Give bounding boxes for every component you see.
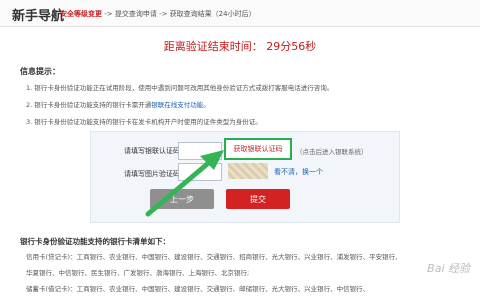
captcha-input[interactable] (178, 163, 222, 181)
info-line-2-end: 。 (203, 101, 210, 109)
step-submit-query: 提交查询申请 (114, 10, 157, 18)
step-security-change: 安全等级变更 (60, 10, 102, 18)
previous-step-button[interactable]: 上一步 (150, 189, 214, 209)
credit-card-banks-line: 信用卡(贷记卡)：工商银行、农业银行、中国银行、建设银行、交通银行、招商银行、光… (26, 253, 402, 261)
submit-button[interactable]: 提交 (226, 189, 290, 209)
get-code-hint: （点击后进入银联系统） (296, 148, 368, 156)
info-line-1: 1. 银行卡身份验证功能正在试用阶段，使用中遇到问题可改用其他身份验证方式或拨打… (26, 84, 334, 92)
step-separator: -> (102, 10, 115, 18)
info-line-2: 2. 银行卡身份验证功能支持的银行卡需开通银联在线支付功能。 (26, 99, 210, 109)
credit-card-banks-line-cont: 华夏银行、中信银行、民生银行、广发银行、渤海银行、上海银行、北京银行; (26, 269, 250, 277)
countdown-timer: 距离验证结束时间： 29分56秒 (163, 40, 317, 53)
debit-card-banks-line: 储蓄卡(借记卡)：工商银行、农业银行、中国银行、建设银行、交通银行、邮储银行、光… (26, 285, 370, 293)
get-unionpay-code-button[interactable]: 获取银联认证码 (224, 138, 292, 160)
info-line-3: 3. 银行卡身份验证功能支持的银行卡在发卡机构开户时使用的证件类型为身份证。 (26, 118, 262, 126)
info-line-2-text: 2. 银行卡身份验证功能支持的银行卡需开通 (26, 101, 152, 109)
captcha-image (228, 163, 268, 179)
unionpay-online-payment-link[interactable]: 银联在线支付功能 (151, 101, 203, 109)
brand-title: 新手导航 (12, 9, 65, 24)
step-separator: -> (156, 10, 170, 18)
progress-steps: 安全等级变更 -> 提交查询申请 -> 获取查询结果（24小时后） (60, 9, 256, 19)
supported-banks-title: 银行卡身份验证功能支持的银行卡清单如下： (20, 237, 170, 246)
info-title: 信息提示： (20, 67, 60, 76)
unionpay-code-input[interactable] (178, 142, 222, 160)
step-get-result: 获取查询结果（24小时后） (169, 10, 256, 18)
refresh-captcha-link[interactable]: 看不清，换一个 (274, 167, 323, 177)
top-nav-bar: 新手导航 安全等级变更 -> 提交查询申请 -> 获取查询结果（24小时后） (0, 0, 480, 27)
baidu-jingyan-watermark: Bai 经验 (427, 262, 470, 275)
